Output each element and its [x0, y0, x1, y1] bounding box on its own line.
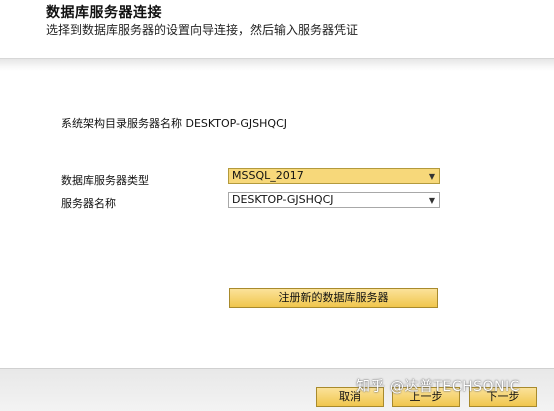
- db-server-type-value: MSSQL_2017: [232, 169, 304, 182]
- chevron-down-icon: ▼: [428, 196, 435, 205]
- page-subtitle: 选择到数据库服务器的设置向导连接，然后输入服务器凭证: [46, 23, 359, 37]
- wizard-header: 数据库服务器连接 选择到数据库服务器的设置向导连接，然后输入服务器凭证: [0, 0, 554, 58]
- db-server-type-dropdown[interactable]: MSSQL_2017 ▼: [228, 168, 440, 184]
- register-db-server-button[interactable]: 注册新的数据库服务器: [229, 288, 438, 308]
- chevron-down-icon: ▼: [428, 172, 435, 181]
- server-name-dropdown[interactable]: DESKTOP-GJSHQCJ ▼: [228, 192, 440, 208]
- watermark-text: 知乎 @达普TECHSONIC: [356, 379, 520, 395]
- catalog-server-name-text: 系统架构目录服务器名称 DESKTOP-GJSHQCJ: [61, 117, 288, 130]
- db-server-type-label: 数据库服务器类型: [61, 174, 149, 187]
- page-title: 数据库服务器连接: [46, 5, 162, 21]
- server-name-label: 服务器名称: [61, 197, 116, 210]
- header-divider: [0, 58, 554, 71]
- server-name-value: DESKTOP-GJSHQCJ: [232, 193, 334, 206]
